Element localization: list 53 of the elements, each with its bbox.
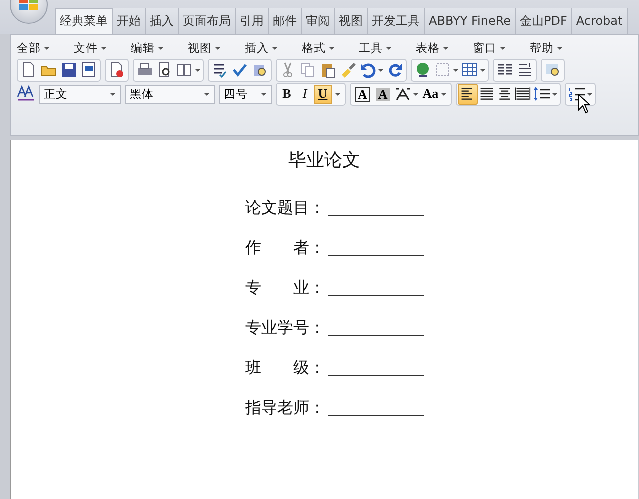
field-label: 作 者：: [246, 238, 326, 259]
menu-item[interactable]: 工具: [359, 40, 416, 56]
field-label: 指导老师：: [246, 398, 326, 419]
document-title: 毕业论文: [288, 149, 360, 172]
menu-item[interactable]: 全部: [17, 40, 74, 56]
menu-item[interactable]: 表格: [416, 40, 473, 56]
ribbon-tab[interactable]: 开始: [113, 8, 146, 34]
underline-button[interactable]: U: [314, 84, 332, 104]
menu-item[interactable]: 帮助: [530, 40, 587, 56]
align-center-icon: [496, 86, 513, 102]
numbered-list-icon[interactable]: [568, 85, 586, 103]
menu-item[interactable]: 窗口: [473, 40, 530, 56]
menu-item[interactable]: 插入: [245, 40, 302, 56]
ribbon-tab[interactable]: 审阅: [302, 8, 335, 34]
ribbon-tab[interactable]: 开发工具: [368, 8, 425, 34]
field-label: 专业学号：: [246, 318, 326, 339]
menu-item[interactable]: 文件: [74, 40, 131, 56]
menu-item[interactable]: 编辑: [131, 40, 188, 56]
field-label: 论文题目：: [246, 198, 326, 219]
ribbon-tab[interactable]: 邮件: [269, 8, 302, 34]
line-spacing-icon[interactable]: [532, 85, 551, 103]
character-shading-button[interactable]: A: [373, 84, 393, 104]
ribbon-tab[interactable]: 插入: [146, 8, 179, 34]
ribbon-tab[interactable]: 页面布局: [179, 8, 236, 34]
styles-icon[interactable]: [17, 85, 35, 103]
ribbon-tab[interactable]: 视图: [335, 8, 368, 34]
paste-icon[interactable]: [319, 61, 337, 79]
ribbon-tab[interactable]: 经典菜单: [55, 8, 113, 34]
font-size-dropdown[interactable]: 四号: [219, 84, 272, 104]
change-case-button[interactable]: Aa: [420, 84, 450, 104]
office-logo: [19, 0, 39, 11]
font-dropdown[interactable]: 黑体: [125, 84, 215, 104]
ribbon-tab[interactable]: 引用: [236, 8, 269, 34]
text-effect-icon[interactable]: [394, 86, 412, 102]
save-icon[interactable]: [60, 61, 78, 79]
align-justify-icon: [478, 86, 495, 102]
style-dropdown[interactable]: 正文: [39, 84, 121, 104]
align-left-button[interactable]: [458, 84, 478, 104]
globe-icon[interactable]: [414, 61, 432, 79]
menu-item[interactable]: 视图: [188, 40, 245, 56]
table-icon[interactable]: [461, 61, 479, 79]
ribbon-tab[interactable]: ABBYY FineRe: [425, 8, 516, 34]
ribbon-tab[interactable]: Acrobat: [572, 8, 628, 34]
document-icon[interactable]: [80, 61, 98, 79]
align-distributed-icon: [514, 86, 531, 102]
bold-button[interactable]: B: [278, 84, 296, 104]
field-label: 班 级：: [246, 358, 326, 379]
undo-icon[interactable]: [359, 61, 377, 79]
menu-item[interactable]: 格式: [302, 40, 359, 56]
ribbon-tab[interactable]: 金山PDF: [516, 8, 572, 34]
italic-button[interactable]: I: [296, 84, 314, 104]
field-label: 专 业：: [246, 278, 326, 299]
text-direction-icon[interactable]: [516, 61, 534, 79]
